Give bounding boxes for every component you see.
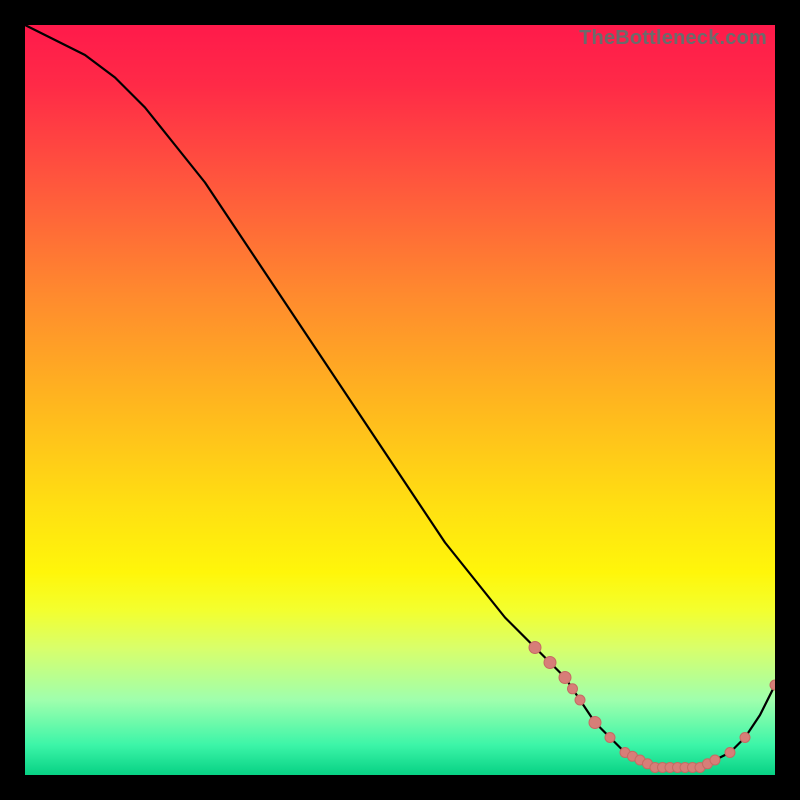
chart-overlay-svg xyxy=(25,25,775,775)
curve-line xyxy=(25,25,775,768)
chart-frame: TheBottleneck.com xyxy=(0,0,800,800)
curve-marker xyxy=(725,748,735,758)
curve-markers xyxy=(529,642,775,773)
curve-marker xyxy=(544,657,556,669)
curve-marker xyxy=(575,695,585,705)
curve-marker xyxy=(740,733,750,743)
curve-marker xyxy=(568,684,578,694)
curve-marker xyxy=(589,717,601,729)
chart-plot-area: TheBottleneck.com xyxy=(25,25,775,775)
curve-marker xyxy=(710,755,720,765)
curve-marker xyxy=(529,642,541,654)
curve-marker xyxy=(559,672,571,684)
curve-marker xyxy=(605,733,615,743)
curve-marker xyxy=(770,680,775,690)
